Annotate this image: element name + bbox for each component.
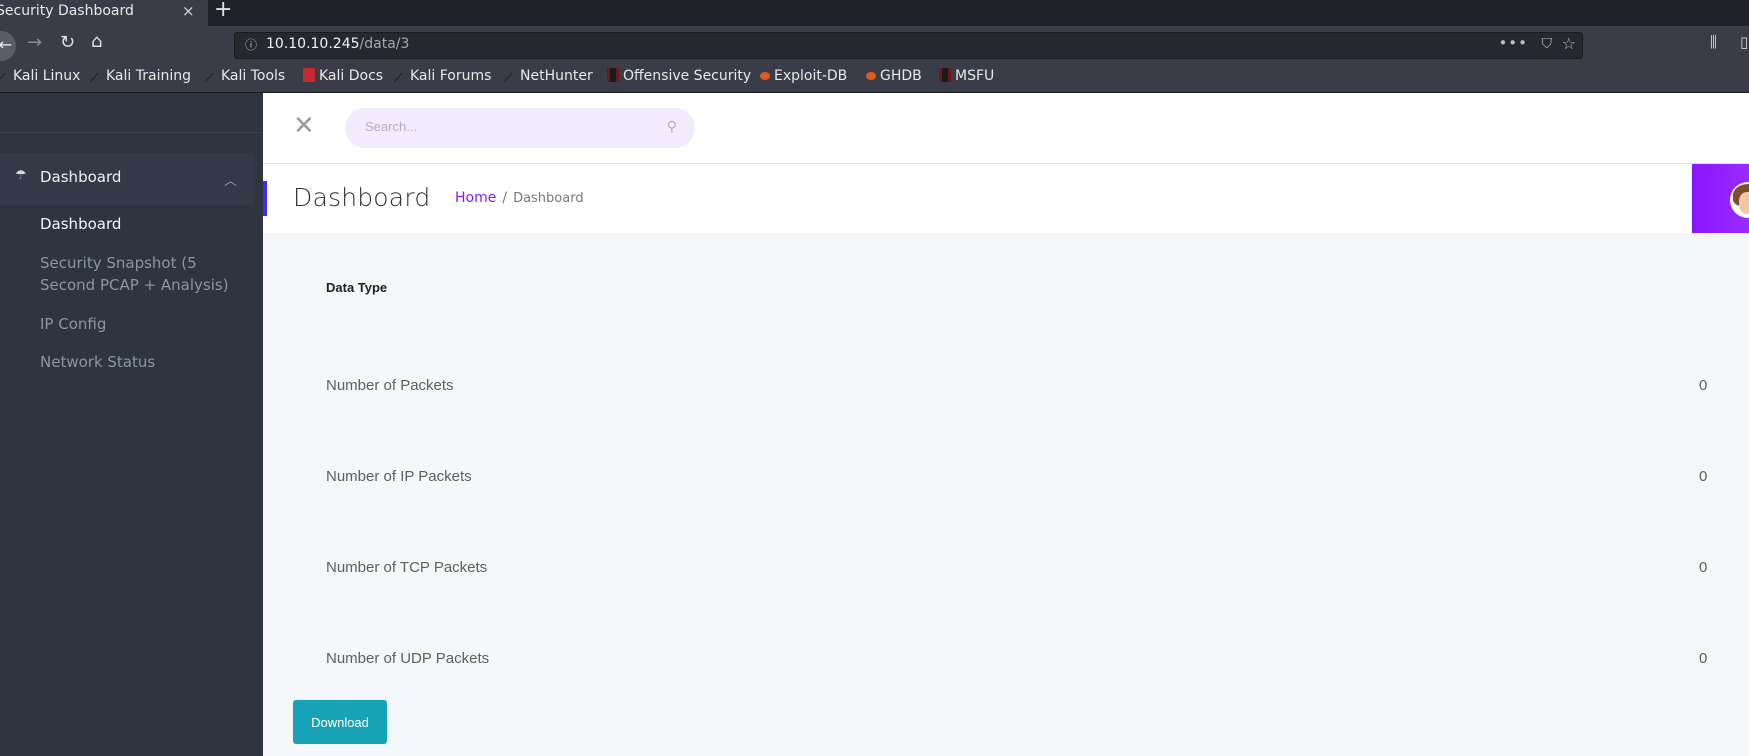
bookmark-kali-forums[interactable]: ⟋ Kali Forums [394, 68, 491, 85]
bookmark-offensive-security[interactable]: Offensive Security [607, 68, 751, 84]
sidebar-divider [0, 132, 263, 133]
bookmark-label: Kali Linux [13, 68, 81, 84]
browser-tab-bar: Security Dashboard × + [0, 0, 1749, 26]
url-text[interactable]: 10.10.10.245/data/3 [266, 36, 409, 52]
kali-dragon-icon: ⟋ [205, 71, 214, 85]
table-header-data-type: Data Type [326, 280, 388, 295]
breadcrumb-home-link[interactable]: Home [455, 190, 496, 206]
sidebar-item-dashboard[interactable]: Dashboard [40, 213, 245, 235]
chevron-up-icon[interactable]: ︿ [224, 170, 237, 189]
url-path: /data/3 [359, 36, 410, 52]
bookmark-label: NetHunter [520, 68, 593, 84]
home-icon[interactable]: ⌂ [91, 31, 102, 52]
bookmark-kali-linux[interactable]: ⟋ Kali Linux [0, 68, 80, 85]
bookmark-label: Exploit-DB [774, 68, 848, 84]
active-accent-bar [263, 181, 267, 216]
bookmark-kali-docs[interactable]: Kali Docs [303, 68, 383, 84]
bookmark-kali-tools[interactable]: ⟋ Kali Tools [205, 68, 285, 85]
bookmark-label: Kali Forums [410, 68, 492, 84]
browser-nav-bar: ← → ↻ ⌂ ⓘ 10.10.10.245/data/3 ••• ⛉ ☆ ⫼ … [0, 26, 1749, 64]
pocket-icon[interactable]: ⛉ [1542, 36, 1553, 52]
sidebar-item-security-snapshot[interactable]: Security Snapshot (5 Second PCAP + Analy… [40, 252, 245, 296]
bookmark-label: Offensive Security [623, 68, 752, 84]
tab-title: Security Dashboard [0, 3, 134, 19]
sidebar-menu-label: Dashboard [40, 168, 122, 186]
bookmark-kali-training[interactable]: ⟋ Kali Training [90, 68, 191, 85]
info-icon[interactable]: ⓘ [245, 36, 257, 53]
new-tab-icon[interactable]: + [214, 0, 232, 22]
sidebar-toggle-icon[interactable]: ▯ [1740, 33, 1748, 51]
kali-dragon-icon: ⟋ [504, 71, 513, 85]
sidebar-item-ip-config[interactable]: IP Config [40, 313, 245, 335]
table-row-value: 0 [1699, 650, 1708, 667]
forward-arrow-icon[interactable]: → [27, 32, 42, 53]
profile-menu[interactable] [1692, 164, 1749, 233]
offsec-icon [939, 68, 951, 82]
bookmark-label: GHDB [880, 68, 922, 84]
dashboard-gauge-icon: ☂ [15, 168, 27, 183]
bookmarks-toolbar: ⟋ Kali Linux ⟋ Kali Training ⟋ Kali Tools K… [0, 64, 1749, 93]
table-row-value: 0 [1699, 559, 1708, 576]
url-bar[interactable]: ⓘ 10.10.10.245/data/3 ••• ⛉ ☆ [234, 32, 1583, 59]
exploitdb-bug-icon [760, 72, 770, 80]
sidebar-item-network-status[interactable]: Network Status [40, 351, 245, 373]
table-row-value: 0 [1699, 468, 1708, 485]
kali-docs-icon [303, 68, 315, 82]
library-icon[interactable]: ⫼ [1710, 33, 1717, 51]
table-row-label: Number of UDP Packets [326, 650, 490, 667]
bookmark-label: Kali Training [106, 68, 191, 84]
close-tab-icon[interactable]: × [182, 0, 195, 22]
breadcrumb-separator: / [502, 190, 508, 206]
reload-icon[interactable]: ↻ [60, 32, 75, 53]
bookmark-ghdb[interactable]: GHDB [866, 68, 922, 84]
table-row-label: Number of Packets [326, 377, 454, 394]
bookmark-label: Kali Tools [221, 68, 286, 84]
page-title-bar: Dashboard Home / Dashboard [263, 164, 1749, 233]
table-row-value: 0 [1699, 377, 1708, 394]
kali-dragon-icon: ⟋ [90, 71, 99, 85]
top-bar: ✕ ⚲ [263, 93, 1749, 164]
breadcrumb: Home / Dashboard [455, 190, 584, 206]
page-actions-icon[interactable]: ••• [1498, 34, 1528, 52]
avatar[interactable] [1730, 182, 1749, 218]
kali-dragon-icon: ⟋ [394, 71, 403, 85]
browser-tab[interactable]: Security Dashboard × [0, 0, 208, 26]
table-row-label: Number of IP Packets [326, 468, 472, 485]
search-box: ⚲ [345, 108, 695, 148]
breadcrumb-current: Dashboard [513, 191, 584, 206]
offsec-icon [607, 68, 619, 82]
bookmark-label: Kali Docs [319, 68, 384, 84]
search-input[interactable] [363, 118, 647, 135]
page-title: Dashboard [293, 183, 431, 212]
exploitdb-bug-icon [866, 72, 876, 80]
url-host: 10.10.10.245 [266, 36, 360, 52]
sidebar-menu-dashboard[interactable]: ☂ Dashboard ︿ [0, 153, 254, 205]
bookmark-star-icon[interactable]: ☆ [1562, 34, 1576, 53]
close-icon[interactable]: ✕ [293, 113, 315, 139]
bookmark-label: MSFU [955, 68, 995, 84]
search-icon[interactable]: ⚲ [667, 119, 677, 135]
download-button[interactable]: Download [293, 700, 387, 744]
bookmark-exploit-db[interactable]: Exploit-DB [760, 68, 847, 84]
back-arrow-icon[interactable]: ← [0, 31, 16, 61]
table-row-label: Number of TCP Packets [326, 559, 488, 576]
sidebar: ☂ Dashboard ︿ Dashboard Security Snapsho… [0, 93, 263, 756]
avatar-face [1739, 192, 1749, 214]
bookmark-msfu[interactable]: MSFU [939, 68, 994, 84]
kali-dragon-icon: ⟋ [0, 71, 6, 85]
bookmark-nethunter[interactable]: ⟋ NetHunter [504, 68, 593, 85]
